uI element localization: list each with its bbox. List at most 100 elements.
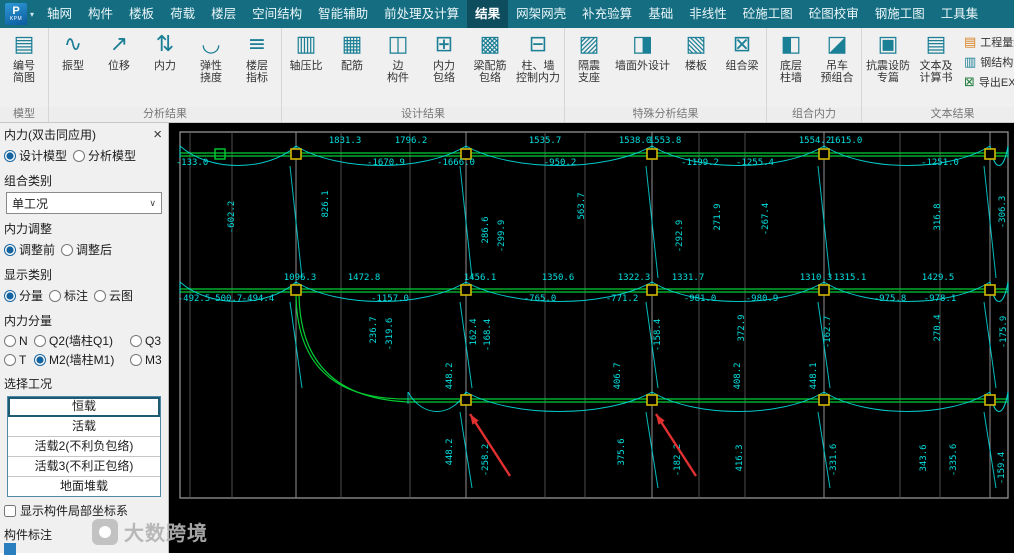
- green-node-marker[interactable]: [214, 148, 226, 160]
- close-icon[interactable]: ×: [153, 127, 162, 142]
- node-marker[interactable]: [646, 148, 658, 160]
- component-radio[interactable]: [4, 334, 16, 347]
- component-radio[interactable]: [4, 353, 16, 366]
- component-radio[interactable]: [34, 353, 46, 366]
- ribbon-elastic-deflection-button[interactable]: ◡ 弹性 挠度: [188, 30, 234, 107]
- menu-tab-7[interactable]: 智能辅助: [310, 0, 376, 28]
- ribbon-force-envelope-button[interactable]: ⊞ 内力 包络: [421, 30, 467, 107]
- ribbon-story-index-button[interactable]: ≡ 楼层 指标: [234, 30, 280, 107]
- force-adjust-option-1[interactable]: 调整前: [4, 241, 55, 258]
- component-option-M2(墙柱M1)[interactable]: M2(墙柱M1): [34, 351, 130, 368]
- node-marker[interactable]: [984, 394, 996, 406]
- model-type-option-1[interactable]: 设计模型: [4, 147, 67, 164]
- model-type-radio[interactable]: [73, 149, 86, 162]
- menu-tab-2[interactable]: 构件: [80, 0, 121, 28]
- model-type-option-2[interactable]: 分析模型: [73, 147, 136, 164]
- ribbon-composite-beam-button[interactable]: ⊠ 组合梁: [719, 30, 765, 107]
- component-radio[interactable]: [130, 334, 142, 347]
- menu-tab-13[interactable]: 非线性: [681, 0, 735, 28]
- node-marker[interactable]: [984, 284, 996, 296]
- force-adjust-radio[interactable]: [61, 243, 74, 256]
- ribbon-displacement-button[interactable]: ↗ 位移: [96, 30, 142, 107]
- node-marker[interactable]: [290, 148, 302, 160]
- case-item-3[interactable]: 活载2(不利负包络): [8, 437, 160, 457]
- radio-label: N: [19, 333, 28, 348]
- menu-tab-1[interactable]: 轴网: [39, 0, 80, 28]
- ribbon-edge-member-button[interactable]: ◫ 边构件: [375, 30, 421, 107]
- ribbon-seismic-special-report-button[interactable]: ▣ 抗震设防 专篇: [863, 30, 913, 107]
- ribbon-wall-out-of-plane-design-button[interactable]: ◨ 墙面外设计: [612, 30, 673, 107]
- ribbon-reinforcement-button[interactable]: ▦ 配筋: [329, 30, 375, 107]
- menu-tab-9[interactable]: 结果: [467, 0, 509, 28]
- display-type-radio[interactable]: [94, 289, 107, 302]
- menu-tab-4[interactable]: 荷载: [162, 0, 203, 28]
- component-row: N Q2(墙柱Q1) Q3: [0, 331, 168, 350]
- menu-tab-11[interactable]: 补充验算: [574, 0, 640, 28]
- ribbon-internal-force-button[interactable]: ⇅ 内力: [142, 30, 188, 107]
- display-type-option-3[interactable]: 云图: [94, 287, 133, 304]
- case-item-1[interactable]: 恒载: [8, 397, 160, 417]
- menu-tab-3[interactable]: 楼板: [121, 0, 162, 28]
- menu-tab-5[interactable]: 楼层: [203, 0, 244, 28]
- combination-type-dropdown[interactable]: 单工况 ∨: [6, 192, 162, 214]
- canvas-value-label: 162.4: [469, 318, 479, 345]
- menu-tab-10[interactable]: 网架网壳: [508, 0, 574, 28]
- node-marker[interactable]: [460, 394, 472, 406]
- local-axis-checkbox-row[interactable]: 显示构件局部坐标系: [0, 497, 168, 519]
- menu-tab-14[interactable]: 砼施工图: [735, 0, 801, 28]
- ribbon-floor-slab-button[interactable]: ▧ 楼板: [673, 30, 719, 107]
- node-marker[interactable]: [290, 284, 302, 296]
- canvas-value-label: 826.1: [321, 190, 331, 217]
- menu-tab-15[interactable]: 砼图校审: [801, 0, 867, 28]
- ribbon-axial-ratio-button[interactable]: ▥ 轴压比: [283, 30, 329, 107]
- logo-dropdown-caret-icon[interactable]: ▾: [30, 10, 34, 19]
- component-radio[interactable]: [34, 334, 46, 347]
- ribbon-quantity-statistics-button[interactable]: ▤工程量统计: [964, 34, 1014, 50]
- component-option-T[interactable]: T: [4, 351, 34, 368]
- display-type-option-2[interactable]: 标注: [49, 287, 88, 304]
- model-type-radio[interactable]: [4, 149, 16, 162]
- component-option-N[interactable]: N: [4, 332, 34, 349]
- node-marker[interactable]: [818, 284, 830, 296]
- menu-tab-16[interactable]: 钢施工图: [867, 0, 933, 28]
- display-type-option-1[interactable]: 分量: [4, 287, 43, 304]
- ribbon-mode-shape-button[interactable]: ∿ 振型: [50, 30, 96, 107]
- component-option-M3[interactable]: M3: [130, 351, 162, 368]
- ribbon-crane-precombination-button[interactable]: ◪ 吊车 预组合: [814, 30, 860, 107]
- ribbon-bottom-column-wall-button[interactable]: ◧ 底层 柱墙: [768, 30, 814, 107]
- node-marker[interactable]: [984, 148, 996, 160]
- ribbon-text-calculation-book-button[interactable]: ▤ 文本及 计算书: [913, 30, 959, 107]
- ribbon-column-wall-control-force-button[interactable]: ⊟ 柱、墙 控制内力: [513, 30, 563, 107]
- case-item-2[interactable]: 活载: [8, 417, 160, 437]
- force-adjust-option-2[interactable]: 调整后: [61, 241, 112, 258]
- node-marker[interactable]: [646, 394, 658, 406]
- ribbon-button-label: 内力 包络: [433, 60, 455, 84]
- component-option-Q2(墙柱Q1)[interactable]: Q2(墙柱Q1): [34, 332, 130, 349]
- force-adjust-radio[interactable]: [4, 243, 16, 256]
- ribbon-isolation-bearing-button[interactable]: ▨ 隔震 支座: [566, 30, 612, 107]
- ribbon-export-excel-button[interactable]: ⊠导出EXCEL: [964, 74, 1014, 90]
- node-marker[interactable]: [646, 284, 658, 296]
- partial-control[interactable]: [4, 543, 16, 555]
- case-item-5[interactable]: 地面堆载: [8, 477, 160, 496]
- menu-tab-6[interactable]: 空间结构: [244, 0, 310, 28]
- ribbon-group-label: 分析结果: [49, 107, 281, 122]
- case-item-4[interactable]: 活载3(不利正包络): [8, 457, 160, 477]
- ribbon-steel-fire-protection-button[interactable]: ▥钢结构防火: [964, 54, 1014, 70]
- node-marker[interactable]: [460, 284, 472, 296]
- drawing-canvas[interactable]: 1831.3 1796.2 1535.7 1538.0 1553.8 1554.2 1615…: [168, 122, 1014, 553]
- node-marker[interactable]: [818, 394, 830, 406]
- menu-tab-8[interactable]: 前处理及计算: [376, 0, 467, 28]
- menu-tab-17[interactable]: 工具集: [933, 0, 987, 28]
- ribbon-numbering-diagram-button[interactable]: ▤ 编号 简图: [1, 30, 47, 107]
- app-logo[interactable]: P KPM ▾: [0, 0, 39, 28]
- component-option-Q3[interactable]: Q3: [130, 332, 161, 349]
- model-view[interactable]: 1831.3 1796.2 1535.7 1538.01553.8 1554.21615…: [168, 122, 1014, 553]
- display-type-radio[interactable]: [4, 289, 16, 302]
- node-marker[interactable]: [818, 148, 830, 160]
- menu-tab-12[interactable]: 基础: [640, 0, 681, 28]
- component-radio[interactable]: [130, 353, 142, 366]
- ribbon-beam-rebar-envelope-button[interactable]: ▩ 梁配筋 包络: [467, 30, 513, 107]
- display-type-radio[interactable]: [49, 289, 62, 302]
- local-axis-checkbox[interactable]: [4, 504, 16, 517]
